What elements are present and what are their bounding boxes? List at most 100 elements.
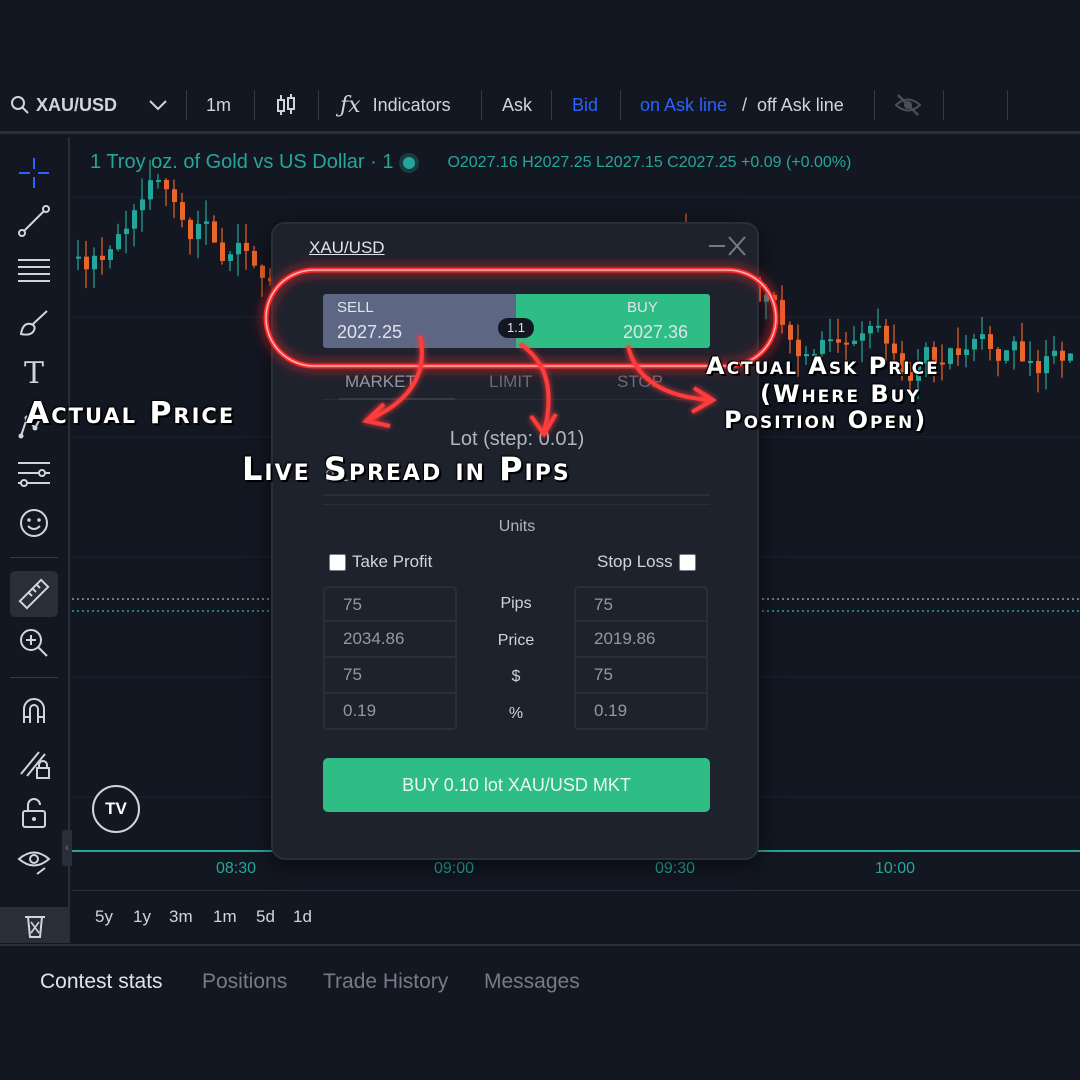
candle-body (828, 339, 833, 342)
brush-icon[interactable] (14, 303, 54, 343)
tab-market[interactable]: MARKET (345, 372, 416, 392)
range-3m-button[interactable]: 3m (169, 907, 193, 927)
time-label: 08:30 (216, 860, 257, 877)
lot-label: Lot (step: 0.01) (449, 428, 585, 450)
eye-icon[interactable] (14, 841, 54, 881)
tab-trade-history[interactable]: Trade History (323, 970, 448, 994)
stop-loss-checkbox[interactable] (678, 553, 696, 571)
candle-body (972, 338, 977, 350)
emoji-icon[interactable] (14, 503, 54, 543)
toolbar-divider (620, 90, 621, 120)
tp-price-input[interactable]: 2034.86 (323, 622, 457, 658)
sidebar-divider (10, 677, 58, 678)
ask-button[interactable]: Ask (502, 76, 532, 134)
tab-messages[interactable]: Messages (484, 970, 580, 994)
slash-separator: / (742, 94, 748, 115)
divider (323, 504, 710, 505)
ruler-icon[interactable] (10, 571, 58, 617)
time-label: 10:00 (875, 860, 916, 877)
units-toggle[interactable]: Units (273, 518, 761, 536)
buy-market-button[interactable]: BUY 0.10 lot XAU/USD MKT (323, 758, 710, 812)
stop-loss-label: Stop Loss (597, 552, 673, 571)
chevron-down-icon[interactable] (148, 76, 168, 134)
candle-body (116, 234, 121, 250)
indicators-label: Indicators (372, 94, 451, 115)
candle-body (164, 179, 169, 190)
sell-quote-button[interactable]: SELL 2027.25 (323, 294, 516, 348)
candle-body (876, 325, 881, 328)
annotation-live-spread: Live Spread in Pips (242, 450, 571, 488)
range-5y-button[interactable]: 5y (95, 907, 113, 927)
candle-body (172, 189, 177, 203)
time-label: 09:30 (655, 860, 696, 877)
tradingview-logo[interactable]: TV (92, 785, 140, 833)
take-profit-label: Take Profit (352, 552, 433, 571)
tab-stop[interactable]: STOP (617, 372, 663, 392)
lock-drawing-icon[interactable] (14, 743, 54, 783)
eye-off-icon[interactable] (894, 76, 922, 134)
symbol-search[interactable]: XAU/USD (10, 76, 117, 134)
function-icon: ƒx (340, 92, 361, 118)
candle-body (996, 349, 1001, 361)
on-ask-line-button[interactable]: on Ask line (640, 76, 727, 134)
zoom-in-icon[interactable] (14, 623, 54, 663)
indicators-button[interactable]: ƒx Indicators (340, 76, 451, 134)
panel-symbol[interactable]: XAU/USD (309, 238, 385, 258)
magnet-icon[interactable] (14, 691, 54, 731)
buy-price: 2027.36 (623, 322, 689, 342)
sell-price: 2027.25 (337, 322, 403, 342)
annotation-ask-line-1: Actual Ask Price (706, 352, 940, 380)
candle-body (964, 349, 969, 356)
candle-body (860, 333, 865, 341)
range-1d-button[interactable]: 1d (293, 907, 312, 927)
take-profit-checkbox[interactable] (329, 553, 346, 571)
tab-positions[interactable]: Positions (202, 970, 287, 994)
candle-body (1060, 350, 1065, 361)
unlock-icon[interactable] (14, 793, 54, 833)
range-5d-button[interactable]: 5d (256, 907, 275, 927)
trend-line-icon[interactable] (14, 201, 54, 241)
sl-price-input[interactable]: 2019.86 (574, 622, 708, 658)
chart-legend: 1 Troy oz. of Gold vs US Dollar · 1 O202… (90, 151, 851, 174)
candle-body (244, 242, 249, 251)
candle-body (1052, 350, 1057, 357)
sl-dollar-input[interactable]: 75 (574, 658, 708, 694)
bid-button[interactable]: Bid (572, 76, 598, 134)
crosshair-icon[interactable] (14, 153, 54, 193)
candle-body (1044, 356, 1049, 374)
tp-percent-input[interactable]: 0.19 (323, 694, 457, 730)
candle-body (956, 348, 961, 356)
toolbar-divider (481, 90, 482, 120)
take-profit-toggle[interactable]: Take Profit (329, 552, 432, 572)
range-1m-button[interactable]: 1m (213, 907, 237, 927)
close-icon[interactable] (709, 234, 746, 258)
symbol-label: XAU/USD (36, 94, 118, 115)
trash-icon[interactable] (0, 907, 70, 943)
buy-quote-button[interactable]: BUY 2027.36 (516, 294, 710, 348)
sidebar-divider (10, 557, 58, 558)
candle-body (212, 221, 217, 243)
candle-body (260, 265, 265, 278)
market-open-indicator (403, 156, 416, 169)
text-tool-icon[interactable]: T (14, 353, 54, 393)
collapse-sidebar-icon[interactable]: ‹ (62, 830, 72, 866)
tp-dollar-input[interactable]: 75 (323, 658, 457, 694)
tab-limit[interactable]: LIMIT (489, 372, 532, 392)
tab-contest-stats[interactable]: Contest stats (40, 970, 163, 994)
candle-body (780, 300, 785, 325)
sl-percent-input[interactable]: 0.19 (574, 694, 708, 730)
fib-lines-icon[interactable] (14, 251, 54, 291)
stop-loss-toggle[interactable]: Stop Loss (597, 552, 696, 572)
range-1y-button[interactable]: 1y (133, 907, 151, 927)
interval-button[interactable]: 1m (206, 76, 231, 134)
candle-body (156, 179, 161, 182)
search-icon (10, 95, 30, 115)
candles-icon[interactable] (274, 76, 298, 134)
forecast-icon[interactable] (14, 453, 54, 493)
tp-pips-input[interactable]: 75 (323, 586, 457, 622)
sl-pips-input[interactable]: 75 (574, 586, 708, 622)
off-ask-line-button[interactable]: off Ask line (757, 76, 844, 134)
field-labels: Pips Price $ % (466, 586, 566, 732)
candle-body (844, 342, 849, 345)
bottom-panel-tabs: Contest stats Positions Trade History Me… (0, 944, 1080, 1080)
